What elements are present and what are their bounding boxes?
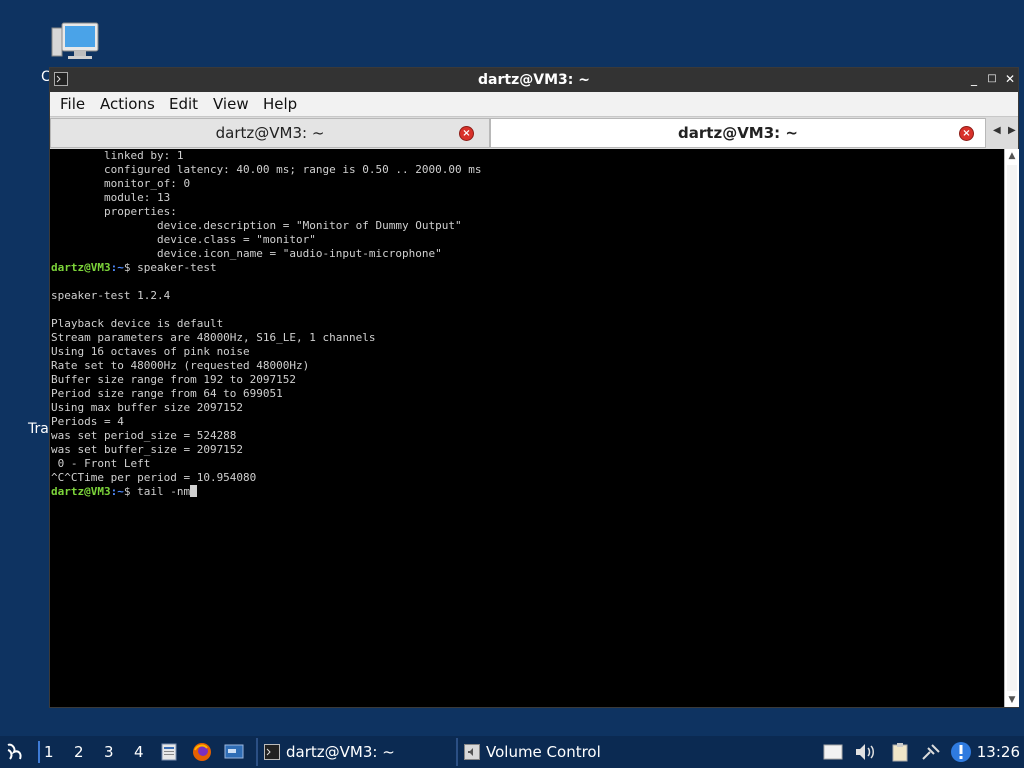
terminal-line: Periods = 4 <box>51 415 124 428</box>
scroll-thumb[interactable] <box>1007 165 1017 691</box>
terminal-line: Buffer size range from 192 to 2097152 <box>51 373 297 386</box>
terminal-line: was set buffer_size = 2097152 <box>51 443 244 456</box>
terminal-line: Using max buffer size 2097152 <box>51 401 244 414</box>
prompt-command: speaker-test <box>137 261 217 274</box>
trash-desktop-label: Tra <box>28 421 49 437</box>
prompt-symbol: $ <box>123 485 138 498</box>
prompt-path: :~ <box>110 485 124 498</box>
terminal-scrollbar[interactable]: ▲ ▼ <box>1004 149 1019 707</box>
clock[interactable]: 13:26 <box>977 743 1020 761</box>
terminal-line: was set period_size = 524288 <box>51 429 237 442</box>
terminal-prompt-line: dartz@VM3:~$ tail -nm <box>51 485 198 499</box>
terminal-line: ^C^CTime per period = 10.954080 <box>51 471 257 484</box>
task-volume-control[interactable]: Volume Control <box>456 738 656 766</box>
clipboard-tray-icon[interactable] <box>890 742 912 762</box>
prompt-symbol: $ <box>123 261 138 274</box>
desktop-switcher-icon[interactable] <box>224 743 244 761</box>
prompt-path: :~ <box>110 261 124 274</box>
terminal-line: Using 16 octaves of pink noise <box>51 345 250 358</box>
computer-desktop-icon[interactable] <box>50 22 100 62</box>
volume-control-icon <box>464 744 480 760</box>
tab-label: dartz@VM3: ~ <box>678 124 798 142</box>
task-label: Volume Control <box>486 743 601 761</box>
terminal-output[interactable]: linked by: 1 configured latency: 40.00 m… <box>50 149 1004 707</box>
terminal-line: 0 - Front Left <box>51 457 151 470</box>
terminal-line: speaker-test 1.2.4 <box>51 289 171 302</box>
tab-bar: dartz@VM3: ~ × dartz@VM3: ~ × ◀ ▶ <box>50 116 1018 150</box>
terminal-line: module: 13 <box>51 191 171 204</box>
terminal-line: Rate set to 48000Hz (requested 48000Hz) <box>51 359 310 372</box>
window-titlebar[interactable]: dartz@VM3: ~ _ □ ✕ <box>50 68 1018 92</box>
terminal-line: Period size range from 64 to 699051 <box>51 387 283 400</box>
terminal-line: Playback device is default <box>51 317 224 330</box>
tab-terminal-1[interactable]: dartz@VM3: ~ × <box>50 118 490 148</box>
tab-scroll-right-icon[interactable]: ▶ <box>1008 125 1016 136</box>
workspace-4[interactable]: 4 <box>134 743 144 761</box>
minimize-button[interactable]: _ <box>966 71 982 87</box>
terminal-line: linked by: 1 <box>51 149 184 162</box>
prompt-command: tail -nm <box>137 485 191 498</box>
workspace-1[interactable]: 1 <box>38 741 54 763</box>
menu-actions[interactable]: Actions <box>100 95 155 113</box>
menu-edit[interactable]: Edit <box>169 95 198 113</box>
task-terminal[interactable]: dartz@VM3: ~ <box>256 738 454 766</box>
tab-close-icon[interactable]: × <box>959 126 974 141</box>
prompt-user: dartz@VM3 <box>51 261 111 274</box>
scroll-up-icon[interactable]: ▲ <box>1005 151 1019 161</box>
terminal-line: Stream parameters are 48000Hz, S16_LE, 1… <box>51 331 376 344</box>
tab-terminal-2[interactable]: dartz@VM3: ~ × <box>490 118 986 148</box>
menu-file[interactable]: File <box>60 95 85 113</box>
tab-scroll-left-icon[interactable]: ◀ <box>993 125 1001 136</box>
window-title: dartz@VM3: ~ <box>478 72 590 88</box>
network-tray-icon[interactable] <box>920 742 942 762</box>
firefox-icon[interactable] <box>192 742 212 762</box>
workspace-3[interactable]: 3 <box>104 743 114 761</box>
terminal-line: properties: <box>51 205 177 218</box>
workspace-2[interactable]: 2 <box>74 743 84 761</box>
tab-close-icon[interactable]: × <box>459 126 474 141</box>
file-manager-icon[interactable] <box>160 743 178 761</box>
terminal-window[interactable]: dartz@VM3: ~ _ □ ✕ File Actions Edit Vie… <box>49 67 1019 708</box>
volume-tray-icon[interactable] <box>854 742 878 762</box>
menu-view[interactable]: View <box>213 95 249 113</box>
update-notification-icon[interactable] <box>950 741 972 763</box>
close-window-button[interactable]: ✕ <box>1002 71 1018 87</box>
terminal-line: device.icon_name = "audio-input-micropho… <box>51 247 442 260</box>
maximize-button[interactable]: □ <box>984 71 1000 87</box>
scroll-down-icon[interactable]: ▼ <box>1005 695 1019 705</box>
terminal-line: monitor_of: 0 <box>51 177 191 190</box>
text-cursor <box>190 485 198 497</box>
task-label: dartz@VM3: ~ <box>286 743 395 761</box>
taskbar: 1 2 3 4 dartz@VM3: ~ Volume Control 13:2… <box>0 736 1024 768</box>
terminal-icon <box>264 744 280 760</box>
terminal-line: configured latency: 40.00 ms; range is 0… <box>51 163 482 176</box>
terminal-line: device.description = "Monitor of Dummy O… <box>51 219 462 232</box>
menubar: File Actions Edit View Help <box>50 92 1018 116</box>
notes-tray-icon[interactable] <box>822 743 844 761</box>
start-menu-icon[interactable] <box>4 741 26 763</box>
menu-help[interactable]: Help <box>263 95 297 113</box>
prompt-user: dartz@VM3 <box>51 485 111 498</box>
terminal-prompt-line: dartz@VM3:~$ speaker-test <box>51 261 217 275</box>
tab-label: dartz@VM3: ~ <box>215 124 325 142</box>
terminal-line: device.class = "monitor" <box>51 233 316 246</box>
